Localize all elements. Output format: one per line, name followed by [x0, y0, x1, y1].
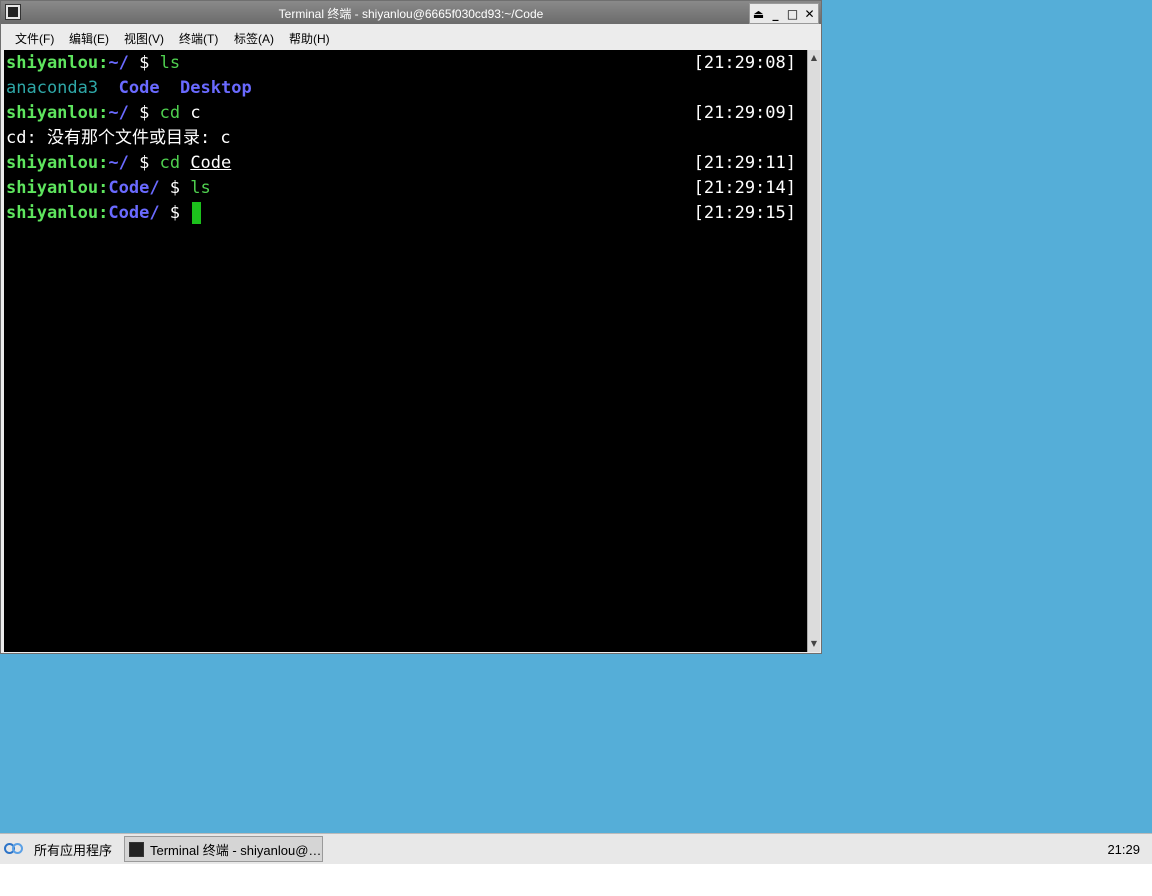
terminal-line: anaconda3 Code Desktop: [6, 76, 252, 101]
prompt-symbol: $: [128, 103, 160, 123]
minimize-button[interactable]: _: [767, 4, 784, 23]
command: cd: [159, 103, 181, 123]
prompt-symbol: $: [159, 203, 191, 223]
timestamp: [21:29:14]: [693, 178, 796, 198]
prompt-path: Code/: [108, 178, 160, 198]
screen-bottom-strip: [0, 864, 1152, 896]
window-controls: ⏏ _ □ ✕: [749, 3, 819, 24]
prompt-colon: :: [98, 53, 109, 73]
timestamp: [21:29:09]: [693, 103, 796, 123]
shade-button[interactable]: ⏏: [750, 4, 767, 23]
menu-bar: 文件(F) 编辑(E) 视图(V) 终端(T) 标签(A) 帮助(H): [1, 25, 821, 49]
scroll-down-icon[interactable]: ▼: [808, 638, 820, 650]
prompt-user: shiyanlou: [6, 178, 99, 198]
prompt-user: shiyanlou: [6, 53, 99, 73]
command: ls: [159, 53, 181, 73]
prompt-path: ~/: [108, 53, 129, 73]
scroll-up-icon[interactable]: ▲: [808, 52, 820, 64]
prompt-path: Code/: [108, 203, 160, 223]
prompt-path: ~/: [108, 103, 129, 123]
menu-file[interactable]: 文件(F): [15, 30, 54, 47]
command: ls: [190, 178, 211, 198]
menu-terminal[interactable]: 终端(T): [179, 30, 218, 47]
timestamp: [21:29:11]: [693, 153, 796, 173]
maximize-button[interactable]: □: [784, 4, 801, 23]
menu-edit[interactable]: 编辑(E): [69, 30, 109, 47]
prompt-symbol: $: [128, 153, 160, 173]
vertical-scrollbar[interactable]: ▲ ▼: [807, 50, 820, 652]
ls-item-dir: Code: [118, 78, 160, 98]
title-bar[interactable]: Terminal 终端 - shiyanlou@6665f030cd93:~/C…: [1, 1, 821, 24]
ls-item-dir: anaconda3: [6, 78, 99, 98]
command-arg: c: [190, 103, 201, 123]
applications-label: 所有应用程序: [34, 842, 113, 858]
terminal-line: shiyanlou:Code/ $: [6, 201, 202, 226]
clock[interactable]: 21:29: [1107, 842, 1140, 857]
prompt-user: shiyanlou: [6, 203, 99, 223]
terminal-line: shiyanlou:~/ $ cd c: [6, 101, 201, 126]
text-cursor: [192, 202, 202, 224]
terminal-icon: [129, 841, 144, 857]
prompt-colon: :: [98, 103, 109, 123]
terminal-output[interactable]: shiyanlou:~/ $ ls [21:29:08] anaconda3 C…: [4, 50, 807, 652]
close-button[interactable]: ✕: [801, 4, 818, 23]
prompt-user: shiyanlou: [6, 153, 99, 173]
menu-tabs[interactable]: 标签(A): [234, 30, 274, 47]
window-title: Terminal 终端 - shiyanlou@6665f030cd93:~/C…: [278, 7, 544, 21]
taskbar-terminal-item[interactable]: Terminal 终端 - shiyanlou@…: [124, 836, 323, 862]
terminal-line: shiyanlou:~/ $ ls: [6, 51, 180, 76]
prompt-symbol: $: [128, 53, 160, 73]
prompt-colon: :: [98, 178, 109, 198]
prompt-path: ~/: [108, 153, 129, 173]
terminal-line: shiyanlou:Code/ $ ls: [6, 176, 211, 201]
error-message: cd: 没有那个文件或目录: c: [6, 128, 231, 148]
prompt-symbol: $: [159, 178, 191, 198]
prompt-user: shiyanlou: [6, 103, 99, 123]
timestamp: [21:29:15]: [693, 203, 796, 223]
terminal-line: shiyanlou:~/ $ cd Code: [6, 151, 231, 176]
menu-help[interactable]: 帮助(H): [289, 30, 330, 47]
prompt-colon: :: [98, 153, 109, 173]
taskbar: 所有应用程序 Terminal 终端 - shiyanlou@… 21:29: [0, 833, 1152, 864]
menu-view[interactable]: 视图(V): [124, 30, 164, 47]
applications-icon: [4, 841, 26, 857]
timestamp: [21:29:08]: [693, 53, 796, 73]
command: cd: [159, 153, 181, 173]
command-arg: Code: [190, 153, 232, 173]
terminal-line: cd: 没有那个文件或目录: c: [6, 126, 231, 151]
applications-menu-button[interactable]: 所有应用程序: [4, 838, 112, 860]
taskbar-item-label: Terminal 终端 - shiyanlou@…: [150, 842, 322, 858]
prompt-colon: :: [98, 203, 109, 223]
ls-item-dir: Desktop: [180, 78, 252, 98]
terminal-window: Terminal 终端 - shiyanlou@6665f030cd93:~/C…: [0, 0, 822, 654]
